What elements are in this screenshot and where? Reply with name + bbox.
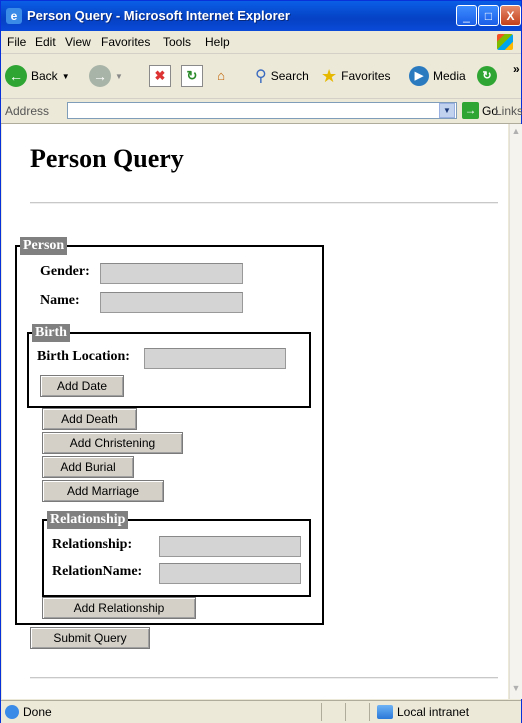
page-icon: [5, 705, 19, 719]
intranet-icon: [377, 705, 393, 719]
home-icon: ⌂: [217, 68, 225, 83]
security-zone: Local intranet: [377, 705, 469, 719]
forward-button[interactable]: → ▼: [89, 64, 123, 88]
submit-query-button[interactable]: Submit Query: [30, 627, 150, 649]
address-bar: Address ▼ → Go Links: [1, 99, 522, 124]
search-label: Search: [270, 69, 309, 83]
birth-legend: Birth: [32, 324, 70, 342]
stop-icon: ✖: [149, 65, 171, 87]
window-title: Person Query - Microsoft Internet Explor…: [27, 8, 290, 23]
status-text: Done: [23, 705, 52, 719]
refresh-button[interactable]: ↻: [181, 64, 203, 88]
relationship-legend: Relationship: [47, 511, 129, 529]
ie-icon: e: [6, 8, 22, 24]
add-relationship-button[interactable]: Add Relationship: [42, 597, 196, 619]
minimize-button[interactable]: _: [456, 5, 477, 26]
menu-help[interactable]: Help: [205, 35, 230, 49]
menu-file[interactable]: File: [7, 35, 26, 49]
status-divider: [321, 703, 322, 721]
address-dropdown-icon[interactable]: ▼: [439, 103, 455, 118]
relationship-fieldset: Relationship Relationship: RelationName:: [42, 511, 311, 597]
address-label: Address: [5, 104, 50, 118]
birth-location-field[interactable]: [144, 348, 286, 369]
dropdown-arrow-icon: ▼: [115, 71, 123, 81]
person-fieldset: Person Gender: Name: Birth Birth Locatio…: [15, 237, 324, 625]
menu-favorites[interactable]: Favorites: [101, 35, 150, 49]
media-button[interactable]: ▶ Media: [409, 64, 466, 88]
dropdown-arrow-icon: ▼: [61, 71, 70, 81]
menu-edit[interactable]: Edit: [35, 35, 56, 49]
star-icon: ★: [321, 65, 338, 86]
refresh-icon: ↻: [181, 65, 203, 87]
title-bar: e Person Query - Microsoft Internet Expl…: [1, 1, 521, 31]
links-label[interactable]: Links: [495, 104, 522, 118]
windows-logo-icon: [497, 34, 513, 50]
relation-name-field[interactable]: [159, 563, 301, 584]
media-icon: ▶: [409, 66, 429, 86]
home-button[interactable]: ⌂: [211, 64, 231, 88]
add-marriage-button[interactable]: Add Marriage: [42, 480, 164, 502]
relation-name-label: RelationName:: [52, 564, 143, 579]
favorites-button[interactable]: ★ Favorites: [321, 64, 391, 88]
birth-fieldset: Birth Birth Location: Add Date: [27, 324, 311, 408]
history-button[interactable]: ↻: [477, 64, 497, 88]
browser-window: e Person Query - Microsoft Internet Expl…: [0, 0, 522, 723]
maximize-button[interactable]: □: [478, 5, 499, 26]
favorites-label: Favorites: [341, 69, 391, 83]
close-button[interactable]: X: [500, 5, 521, 26]
forward-arrow-icon: →: [89, 65, 111, 87]
search-button[interactable]: ⚲ Search: [255, 64, 309, 88]
top-divider: [30, 202, 498, 204]
relationship-label: Relationship:: [52, 537, 133, 552]
status-divider: [369, 703, 370, 721]
back-arrow-icon: ←: [5, 65, 27, 87]
toolbar: ← Back ▼ → ▼ ✖ ↻ ⌂ ⚲ Search ★ Favorites …: [1, 54, 521, 99]
person-legend: Person: [20, 237, 68, 255]
page-title: Person Query: [30, 144, 184, 173]
address-input[interactable]: [67, 102, 457, 119]
go-button[interactable]: → Go: [462, 102, 498, 119]
gender-field[interactable]: [100, 263, 243, 284]
media-label: Media: [433, 69, 466, 83]
menu-tools[interactable]: Tools: [163, 35, 191, 49]
back-button[interactable]: ← Back ▼: [5, 64, 70, 88]
add-death-button[interactable]: Add Death: [42, 408, 137, 430]
zone-label: Local intranet: [397, 705, 470, 719]
search-icon: ⚲: [255, 68, 267, 85]
toolbar-overflow-icon[interactable]: »: [513, 62, 520, 76]
name-field[interactable]: [100, 292, 243, 313]
relationship-field[interactable]: [159, 536, 301, 557]
go-arrow-icon: →: [462, 102, 479, 119]
menu-view[interactable]: View: [65, 35, 91, 49]
history-icon: ↻: [477, 66, 497, 86]
page-content: Person Query Person Gender: Name: Birth …: [2, 124, 508, 699]
add-burial-button[interactable]: Add Burial: [42, 456, 134, 478]
birth-location-label: Birth Location:: [37, 349, 130, 364]
vertical-scrollbar[interactable]: ▲ ▼: [509, 124, 522, 699]
bottom-divider: [30, 677, 498, 679]
back-label: Back: [31, 69, 58, 83]
gender-label: Gender:: [40, 264, 90, 279]
scroll-down-icon[interactable]: ▼: [510, 683, 522, 697]
menu-bar: File Edit View Favorites Tools Help: [1, 31, 521, 54]
add-christening-button[interactable]: Add Christening: [42, 432, 183, 454]
scroll-up-icon[interactable]: ▲: [510, 126, 522, 140]
name-label: Name:: [40, 293, 80, 308]
add-date-button[interactable]: Add Date: [40, 375, 124, 397]
stop-button[interactable]: ✖: [149, 64, 171, 88]
status-divider: [345, 703, 346, 721]
status-bar: Done Local intranet: [1, 700, 521, 723]
